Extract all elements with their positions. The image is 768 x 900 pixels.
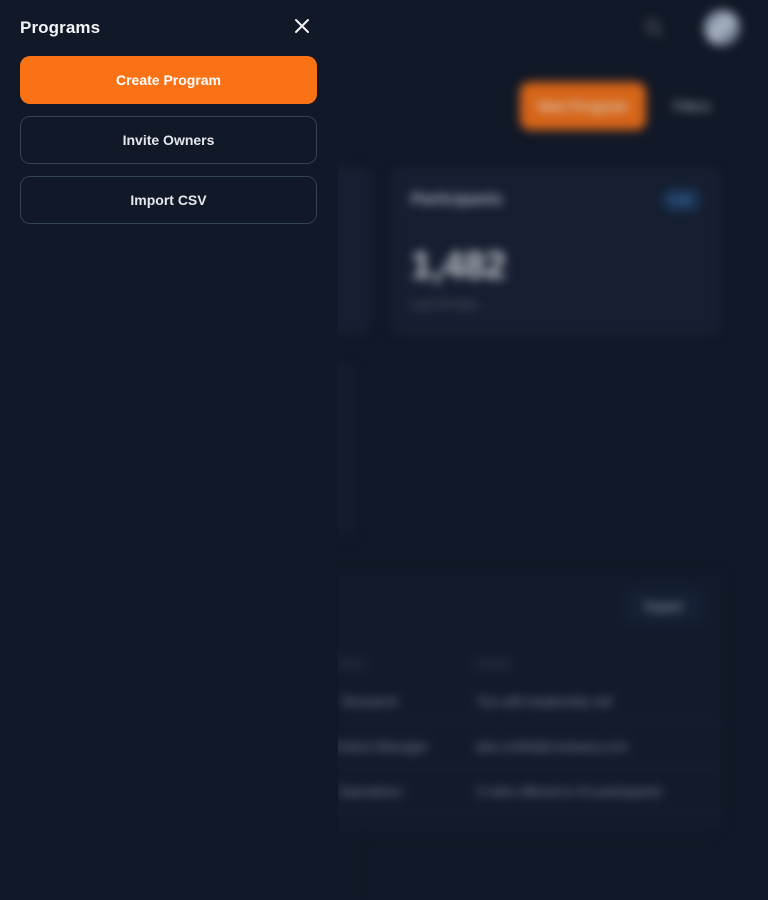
card-subtitle: Last 30 days [411, 297, 480, 311]
table-row[interactable]: Research Tue with leadership call [318, 682, 724, 723]
status-badge: Live [663, 189, 699, 211]
programs-drawer: Programs Create Program Invite Owners Im… [0, 0, 338, 900]
import-csv-button[interactable]: Import CSV [20, 176, 317, 224]
create-program-button[interactable]: Create Program [20, 56, 317, 104]
table-cell-details: Tue with leadership call [476, 694, 612, 709]
app-root: New Program Filters Participants Live 1,… [0, 0, 768, 900]
participants-card: Participants Live 1,482 Last 30 days [392, 166, 720, 336]
close-icon [294, 18, 310, 39]
new-program-button[interactable]: New Program [520, 82, 646, 130]
card-title: Participants [411, 191, 503, 208]
invite-owners-button[interactable]: Invite Owners [20, 116, 317, 164]
table-cell-details: alex.smith@company.com [476, 739, 628, 754]
user-avatar[interactable] [704, 10, 740, 46]
table-row[interactable]: Product Manager alex.smith@company.com [318, 727, 724, 768]
table-header-details: Details [476, 658, 510, 670]
table-cell-details: 3 roles offered to 24 participants [476, 784, 662, 799]
table-row[interactable]: Operations 3 roles offered to 24 partici… [318, 772, 724, 813]
drawer-title: Programs [20, 18, 101, 37]
close-button[interactable] [290, 16, 314, 40]
export-button[interactable]: Export [626, 588, 702, 624]
table-header-name: Name [336, 658, 366, 670]
filters-button[interactable]: Filters [652, 82, 732, 130]
card-value: 1,482 [411, 245, 507, 287]
drawer-header: Programs [20, 16, 318, 40]
search-icon[interactable] [644, 18, 664, 38]
programs-table: Export Name Details Research Tue with le… [318, 572, 724, 832]
